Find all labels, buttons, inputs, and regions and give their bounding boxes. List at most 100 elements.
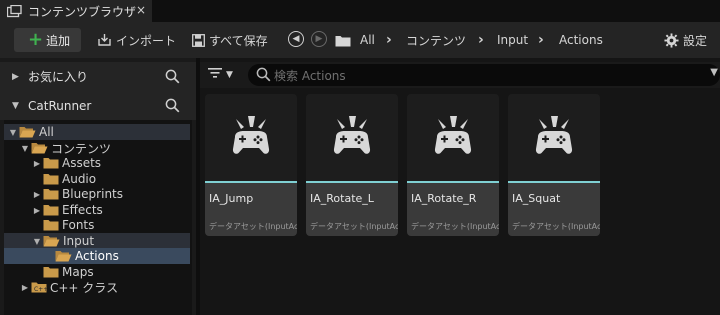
- tree-item[interactable]: ▶ C++ C++ クラス: [4, 279, 190, 295]
- back-arrow-icon[interactable]: ◀: [288, 31, 304, 47]
- asset-tile[interactable]: IA_Jump データアセット(InputAction): [205, 94, 297, 236]
- add-button[interactable]: + 追加: [14, 28, 81, 52]
- breadcrumb-separator: ›: [538, 32, 544, 48]
- folder-open-icon: [55, 250, 72, 262]
- favorites-label: お気に入り: [28, 70, 89, 84]
- tree-item-label: All: [39, 125, 54, 139]
- breadcrumb-content[interactable]: コンテンツ: [406, 30, 466, 50]
- asset-thumbnail: [407, 94, 499, 181]
- tab-content-browser[interactable]: コンテンツブラウザ ×: [0, 0, 152, 22]
- breadcrumb-actions[interactable]: Actions: [559, 30, 603, 50]
- tree-item[interactable]: ▼ コンテンツ: [4, 140, 190, 156]
- content-browser-icon: [6, 4, 22, 18]
- favorites-header[interactable]: ▶ お気に入り: [0, 62, 196, 91]
- gamepad-icon: [430, 113, 476, 162]
- project-label: CatRunner: [28, 98, 92, 113]
- save-icon: [192, 33, 205, 47]
- save-all-label: すべて保存: [209, 33, 268, 48]
- import-button[interactable]: インポート: [97, 30, 176, 50]
- tree-item-label: Audio: [62, 172, 97, 186]
- forward-arrow-icon[interactable]: ▶: [311, 31, 327, 47]
- tree-item-label: Actions: [75, 249, 119, 263]
- chevron-down-icon: ▼: [226, 69, 233, 80]
- tree-item[interactable]: ▼ Input: [4, 233, 190, 249]
- folder-icon: [43, 204, 59, 216]
- folder-icon: [43, 157, 59, 169]
- asset-tile[interactable]: IA_Squat データアセット(InputAction): [508, 94, 600, 236]
- tree-item-label: Blueprints: [62, 187, 124, 201]
- search-placeholder: 検索 Actions: [274, 68, 346, 83]
- chevron-down-icon[interactable]: ▼: [710, 67, 718, 78]
- tree-item-label: C++ クラス: [50, 280, 119, 295]
- chevron-down-icon[interactable]: ▼: [20, 144, 30, 153]
- tree-item[interactable]: Actions: [4, 248, 190, 264]
- tree-item[interactable]: ▶ Blueprints: [4, 186, 190, 202]
- asset-type: データアセット(InputAction): [209, 222, 297, 231]
- breadcrumb-input[interactable]: Input: [497, 30, 528, 50]
- chevron-right-icon[interactable]: ▶: [32, 206, 42, 215]
- tree-item-label: Effects: [62, 203, 103, 217]
- asset-info: IA_Rotate_L データアセット(InputAction): [306, 183, 398, 236]
- asset-info: IA_Squat データアセット(InputAction): [508, 183, 600, 236]
- asset-thumbnail: [205, 94, 297, 181]
- breadcrumb-separator: ›: [478, 32, 484, 48]
- filter-icon: [208, 67, 222, 82]
- tree-item[interactable]: Fonts: [4, 217, 190, 233]
- sources-panel: ▶ お気に入り ▼ CatRunner ▼ All ▼ コンテンツ ▶ Assets Aud…: [0, 58, 196, 315]
- import-label: インポート: [116, 33, 177, 48]
- add-button-label: 追加: [46, 33, 71, 48]
- tree-item-label: Input: [63, 234, 95, 248]
- asset-name: IA_Squat: [512, 192, 561, 205]
- chevron-right-icon[interactable]: ▶: [32, 190, 42, 199]
- chevron-down-icon[interactable]: ▼: [8, 128, 18, 137]
- gamepad-icon: [329, 113, 375, 162]
- asset-tile[interactable]: IA_Rotate_R データアセット(InputAction): [407, 94, 499, 236]
- gamepad-icon: [531, 113, 577, 162]
- asset-tile[interactable]: IA_Rotate_L データアセット(InputAction): [306, 94, 398, 236]
- tree-item-label: コンテンツ: [51, 141, 112, 156]
- tree-item-label: Maps: [62, 265, 94, 279]
- import-icon: [97, 33, 112, 47]
- tree-item[interactable]: ▶ Effects: [4, 202, 190, 218]
- project-header[interactable]: ▼ CatRunner: [0, 91, 196, 120]
- settings-button[interactable]: 設定: [664, 30, 707, 50]
- asset-info: IA_Rotate_R データアセット(InputAction): [407, 183, 499, 236]
- close-icon[interactable]: ×: [136, 3, 146, 17]
- folder-icon: [335, 30, 351, 50]
- breadcrumb-all[interactable]: All: [360, 30, 375, 50]
- asset-name: IA_Rotate_R: [411, 192, 477, 205]
- filter-bar: ▼ 検索 Actions ▼: [200, 62, 720, 88]
- settings-label: 設定: [683, 33, 708, 48]
- asset-type: データアセット(InputAction): [411, 222, 499, 231]
- folder-icon: [43, 173, 59, 185]
- tree-item[interactable]: Audio: [4, 171, 190, 187]
- tree-item[interactable]: ▼ All: [4, 124, 190, 140]
- chevron-right-icon[interactable]: ▶: [20, 283, 30, 292]
- asset-type: データアセット(InputAction): [512, 222, 600, 231]
- folder-tree: ▼ All ▼ コンテンツ ▶ Assets Audio ▶ Blueprints ▶ Effect…: [4, 120, 192, 315]
- plus-icon: +: [28, 29, 44, 50]
- folder-open-icon: [19, 126, 36, 138]
- tab-title: コンテンツブラウザ: [28, 4, 137, 19]
- search-icon[interactable]: [165, 69, 180, 87]
- toolbar: + 追加 インポート すべて保存 ◀ ▶ All › コンテンツ › Input…: [0, 22, 720, 58]
- chevron-right-icon[interactable]: ▶: [32, 159, 42, 168]
- asset-name: IA_Rotate_L: [310, 192, 374, 205]
- folder-icon: [43, 188, 59, 200]
- filter-button[interactable]: ▼: [208, 67, 233, 82]
- save-all-button[interactable]: すべて保存: [192, 30, 268, 50]
- cpp-folder-icon: C++: [31, 281, 47, 293]
- tree-item-label: Fonts: [62, 218, 95, 232]
- gear-icon: [664, 32, 679, 48]
- search-input[interactable]: 検索 Actions ▼: [248, 64, 720, 86]
- asset-thumbnail: [508, 94, 600, 181]
- breadcrumb-separator: ›: [386, 32, 392, 48]
- tree-item[interactable]: ▶ Assets: [4, 155, 190, 171]
- folder-open-icon: [31, 142, 48, 154]
- chevron-down-icon[interactable]: ▼: [32, 237, 42, 246]
- folder-open-icon: [43, 235, 60, 247]
- asset-type: データアセット(InputAction): [310, 222, 398, 231]
- chevron-right-icon: ▶: [12, 71, 19, 82]
- search-icon[interactable]: [165, 98, 180, 116]
- folder-icon: [43, 266, 59, 278]
